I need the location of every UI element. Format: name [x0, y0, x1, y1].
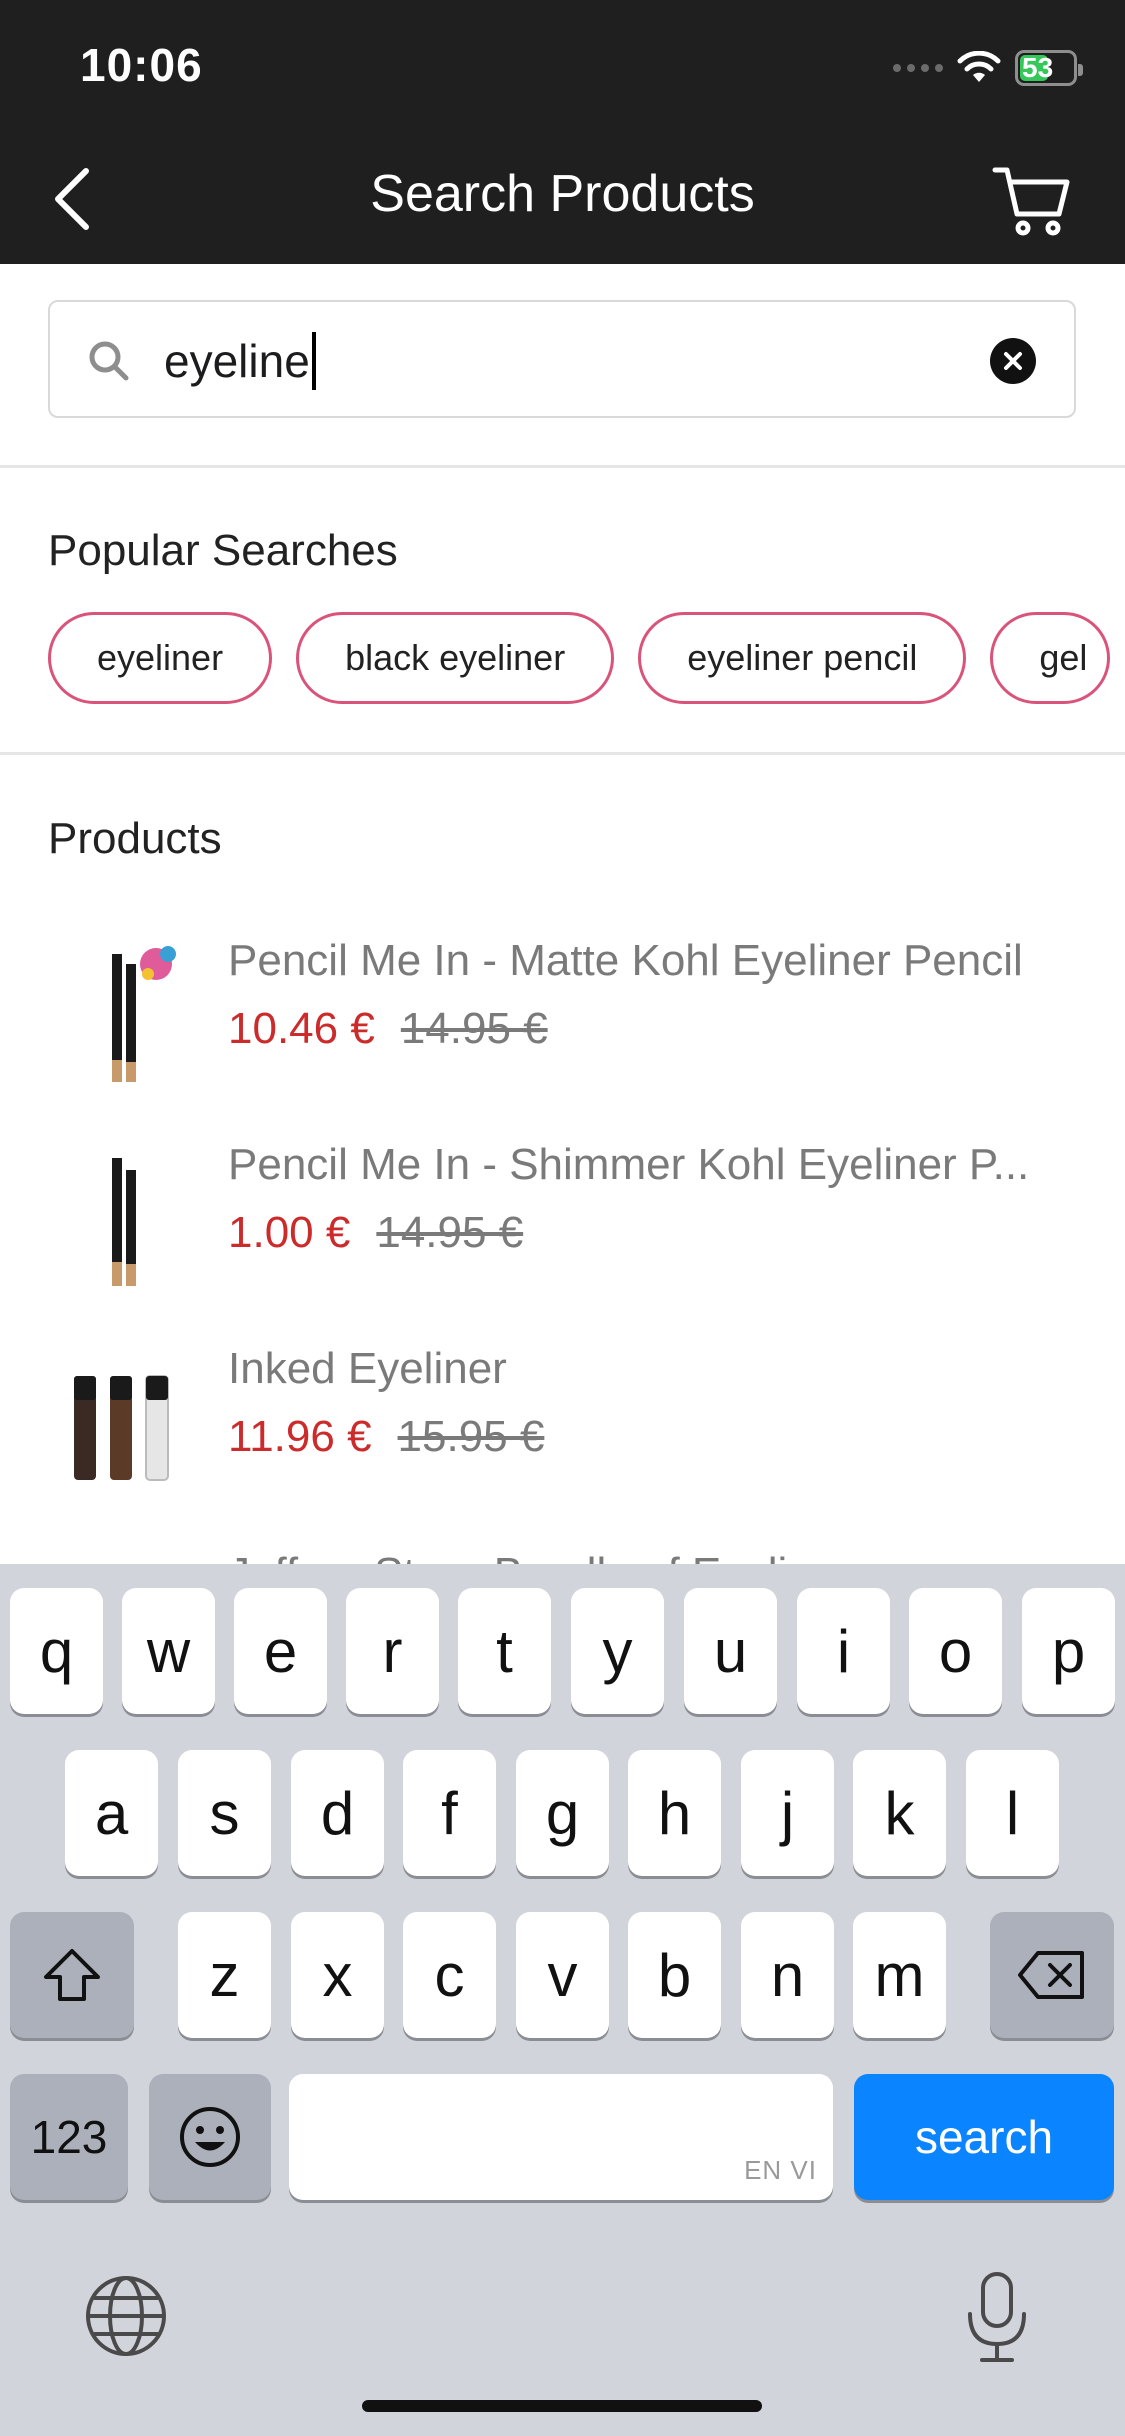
microphone-icon[interactable] [962, 2270, 1032, 2366]
product-thumbnail [74, 1375, 169, 1481]
key-f[interactable]: f [403, 1750, 496, 1876]
page-title: Search Products [370, 165, 755, 223]
key-s[interactable]: s [178, 1750, 271, 1876]
chip-gel[interactable]: gel [990, 612, 1111, 704]
search-value-wrap: eyeline [164, 332, 316, 390]
chip-black-eyeliner[interactable]: black eyeliner [296, 612, 615, 704]
products-title: Products [48, 814, 222, 863]
product-thumbnail [112, 946, 176, 1082]
product-name: Inked Eyeliner [228, 1344, 507, 1393]
key-i[interactable]: i [797, 1588, 890, 1714]
cellular-signal-icon [893, 64, 943, 72]
original-price: 14.95 € [400, 1004, 548, 1053]
key-p[interactable]: p [1022, 1588, 1115, 1714]
divider [0, 465, 1125, 468]
product-name: Jeffree Star - Bundle of Eyeliner [228, 1549, 851, 1565]
product-item[interactable]: Pencil Me In - Shimmer Kohl Eyeliner P..… [0, 1124, 1125, 1304]
shift-icon [44, 1949, 100, 2001]
product-item-partial[interactable]: Jeffree Star - Bundle of Eyeliner [0, 1535, 1125, 1565]
key-u[interactable]: u [684, 1588, 777, 1714]
key-r[interactable]: r [346, 1588, 439, 1714]
emoji-icon [180, 2107, 240, 2167]
space-key[interactable]: EN VI [289, 2074, 833, 2200]
key-n[interactable]: n [741, 1912, 834, 2038]
chip-eyeliner[interactable]: eyeliner [48, 612, 273, 704]
original-price: 14.95 € [376, 1208, 524, 1257]
app-header: 10:06 53 Search Products [0, 0, 1125, 264]
price-row: 1.00 € 14.95 € [228, 1208, 523, 1258]
key-b[interactable]: b [628, 1912, 721, 2038]
key-c[interactable]: c [403, 1912, 496, 2038]
key-a[interactable]: a [65, 1750, 158, 1876]
product-name: Pencil Me In - Shimmer Kohl Eyeliner P..… [228, 1140, 1030, 1189]
search-key[interactable]: search [854, 2074, 1114, 2200]
key-v[interactable]: v [516, 1912, 609, 2038]
search-input[interactable]: eyeline [48, 300, 1076, 418]
popular-searches-title: Popular Searches [48, 526, 398, 575]
price-row: 10.46 € 14.95 € [228, 1004, 548, 1054]
sale-price: 11.96 € [228, 1412, 372, 1461]
globe-icon[interactable] [84, 2274, 168, 2358]
key-h[interactable]: h [628, 1750, 721, 1876]
key-l[interactable]: l [966, 1750, 1059, 1876]
wifi-icon [957, 51, 1001, 82]
product-item[interactable]: Inked Eyeliner 11.96 € 15.95 € [0, 1328, 1125, 1508]
key-d[interactable]: d [291, 1750, 384, 1876]
clear-search-button[interactable] [990, 338, 1036, 384]
backspace-icon [1018, 1951, 1084, 1999]
price-row: 11.96 € 15.95 € [228, 1412, 544, 1462]
key-g[interactable]: g [516, 1750, 609, 1876]
product-thumbnail [112, 1158, 136, 1286]
search-value: eyeline [164, 335, 310, 387]
key-e[interactable]: e [234, 1588, 327, 1714]
clear-icon [1004, 352, 1022, 370]
key-k[interactable]: k [853, 1750, 946, 1876]
product-item[interactable]: Pencil Me In - Matte Kohl Eyeliner Penci… [0, 920, 1125, 1100]
backspace-key[interactable] [990, 1912, 1114, 2038]
status-indicators: 53 [893, 48, 1083, 88]
key-x[interactable]: x [291, 1912, 384, 2038]
battery-icon: 53 [1015, 50, 1083, 86]
text-caret [311, 332, 316, 390]
sale-price: 1.00 € [228, 1208, 351, 1257]
home-indicator [362, 2400, 762, 2412]
key-z[interactable]: z [178, 1912, 271, 2038]
cart-button[interactable] [991, 160, 1071, 240]
key-w[interactable]: w [122, 1588, 215, 1714]
search-icon [89, 341, 129, 381]
key-j[interactable]: j [741, 1750, 834, 1876]
key-y[interactable]: y [571, 1588, 664, 1714]
product-name: Pencil Me In - Matte Kohl Eyeliner Penci… [228, 936, 1023, 985]
key-q[interactable]: q [10, 1588, 103, 1714]
popular-chips: eyeliner black eyeliner eyeliner pencil … [48, 612, 1111, 704]
divider [0, 752, 1125, 755]
original-price: 15.95 € [397, 1412, 545, 1461]
cart-icon [992, 167, 1070, 236]
chip-eyeliner-pencil[interactable]: eyeliner pencil [638, 612, 967, 704]
space-language-hint: EN VI [744, 2155, 817, 2185]
battery-level: 53 [1022, 52, 1054, 83]
key-m[interactable]: m [853, 1912, 946, 2038]
numbers-key[interactable]: 123 [10, 2074, 128, 2200]
status-time: 10:06 [80, 39, 203, 91]
key-t[interactable]: t [458, 1588, 551, 1714]
sale-price: 10.46 € [228, 1004, 375, 1053]
emoji-key[interactable] [149, 2074, 271, 2200]
shift-key[interactable] [10, 1912, 134, 2038]
key-o[interactable]: o [909, 1588, 1002, 1714]
